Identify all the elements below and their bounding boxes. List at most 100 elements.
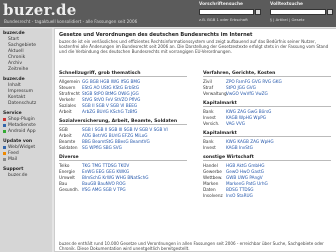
sidebar-link-android-app[interactable]: Android App [8,129,36,134]
row-category: Soziales [59,103,77,108]
row-law-links[interactable]: KWG ZAG GwG BörsG [226,109,271,114]
sidebar-link-aktuell[interactable]: Aktuell [8,49,24,54]
law-row: Umwelt BImSchG KrWG WHG BNatSchG [59,175,187,180]
law-row: Versich. VAG VVG [203,121,331,126]
sidebar-link-sachgebiete[interactable]: Sachgebiete [8,43,36,48]
row-law-links[interactable]: HGB AktG GmbHG [226,163,264,168]
sidebar-link-archiv[interactable]: Archiv [8,61,22,66]
section-title: Sozialversicherung, Arbeit, Beamte, Sold… [59,119,187,125]
row-law-links[interactable]: ArbZG BUrlG KSchG TzBfG [82,109,137,114]
sidebar-link-start[interactable]: Start [8,37,19,42]
law-row: Invest KAGB InvStG [203,145,331,150]
row-category: Beamte [59,139,76,144]
row-law-links[interactable]: GWB UWG PAngV [226,175,263,180]
row-category: Energie [59,169,75,174]
row-category: Soldaten [59,145,78,150]
row-law-links[interactable]: StGB StPO BtMG OWiG JGG [82,91,139,96]
row-law-links[interactable]: GewO HwO GastG [226,169,264,174]
row-law-links[interactable]: IfSG AMG SGB V TPG [82,187,126,192]
row-category: Bank [203,109,214,114]
sidebar: buzer.de Start Sachgebiete Aktuell Chron… [0,28,52,252]
row-category: Telko [59,163,70,168]
section-title: Verfahren, Gerichte, Kosten [203,71,331,77]
vorschriftensuche-button[interactable] [255,9,261,15]
sidebar-link-support[interactable]: buzer.de [8,173,27,178]
law-row: Bank KWG KAGB ZAG WpHG [203,139,331,144]
row-law-links[interactable]: AÜG BetrVG BUrlG EFZG MiLoG [82,133,148,138]
sidebar-link-zeitreihe[interactable]: Zeitreihe [8,67,28,72]
sidebar-link-mail[interactable]: Mail [8,157,17,162]
law-row: Gewerbe GewO HwO GastG [203,169,331,174]
law-row: Invest KAGB WpHG WpPG [203,115,331,120]
law-row: Insolvenz InsO StaRUG [203,193,331,198]
sidebar-link-inhalt[interactable]: Inhalt [8,83,21,88]
sidebar-group-title: Support [3,167,24,172]
law-row: Bank KWG ZAG GwG BörsG [203,109,331,114]
row-law-links[interactable]: EnWG EEG GEG KWKG [82,169,129,174]
sidebar-link-impressum[interactable]: Impressum [8,89,33,94]
site-logo[interactable]: buzer.de [3,1,77,19]
volltextsuche-input[interactable] [270,9,326,15]
row-category: Bau [59,181,68,186]
sidebar-group-title: buzer.de [3,77,25,82]
section-title: Kapitalmarkt [203,131,331,137]
row-law-links[interactable]: KWG KAGB ZAG WpHG [226,139,274,144]
row-law-links[interactable]: TKG TMG TTDSG TKÜV [82,163,129,168]
row-category: Strafrecht [59,91,80,96]
row-category: Steuern [59,85,76,90]
law-row: Energie EnWG EEG GEG KWKG [59,169,187,174]
row-law-links[interactable]: VAG VVG [226,121,245,126]
row-law-links[interactable]: EStG AO UStG KStG ErbStG [82,85,139,90]
row-law-links[interactable]: InsO StaRUG [226,193,253,198]
row-law-links[interactable]: StVG StVO FeV StVZO PflVG [82,97,140,102]
sidebar-link-shop-plugin[interactable]: Shop-Plugin [8,117,35,122]
row-law-links[interactable]: BImSchG KrWG WHG BNatSchG [82,175,149,180]
widget-icon [3,146,6,149]
row-category: Umwelt [59,175,75,180]
row-law-links[interactable]: BBG BeamtStG BBesG BeamtVG [82,139,150,144]
row-category: Insolvenz [203,193,223,198]
law-row: Daten BDSG TTDSG [203,187,331,192]
law-row: Wettbew. GWB UWG PAngV [203,175,331,180]
row-law-links[interactable]: KAGB WpHG WpPG [226,115,266,120]
row-law-links[interactable]: VwGO VwVfG VwZG [226,91,268,96]
row-law-links[interactable]: KAGB InvStG [226,145,253,150]
vorschriftensuche-label: Vorschriftensuche [199,2,243,7]
law-row: Straf StPO JGG GVG [203,85,331,90]
law-row: Telko TKG TMG TTDSG TKÜV [59,163,187,168]
law-row: Bau BauGB BauNVO ROG [59,181,187,186]
row-category: Verwaltung [203,91,227,96]
row-law-links[interactable]: SGB I SGB II SGB III SGB IV SGB V SGB VI [82,127,168,132]
sidebar-link-web-widget[interactable]: Web/Widget [8,145,35,150]
vorschriftensuche-input[interactable] [199,9,254,15]
footer-text: buzer.de enthält rund 10.000 Gesetze und… [59,241,324,251]
row-law-links[interactable]: StPO JGG GVG [226,85,256,90]
row-category: Versich. [203,121,220,126]
sidebar-link-metadienste[interactable]: Metadienste [8,123,36,128]
volltextsuche-button[interactable] [327,9,333,15]
sidebar-link-feed[interactable]: Feed [8,151,19,156]
sidebar-link-kontakt[interactable]: Kontakt [8,95,25,100]
row-law-links[interactable]: BDSG TTDSG [226,187,254,192]
row-category: Daten [203,187,216,192]
row-law-links[interactable]: BauGB BauNVO ROG [82,181,126,186]
row-law-links[interactable]: SGB II SGB V SGB VI BEEG [82,103,137,108]
meta-icon [3,124,6,127]
sidebar-link-chronik[interactable]: Chronik [8,55,25,60]
law-row: Steuern EStG AO UStG KStG ErbStG [59,85,187,90]
row-law-links[interactable]: GG BGB HGB IWG IfSG BMG [82,79,140,84]
row-category: Invest [203,145,216,150]
row-category: SGB [59,127,68,132]
intro-text: buzer.de ist ein verlässliches und effiz… [59,39,329,54]
section-title: Diverse [59,155,187,161]
row-category: Arbeit [59,109,72,114]
law-row: Soldaten SG WPflG SBG SVG [59,145,187,150]
row-law-links[interactable]: SG WPflG SBG SVG [82,145,122,150]
law-row: Verkehr StVG StVO FeV StVZO PflVG [59,97,187,102]
sidebar-link-datenschutz[interactable]: Datenschutz [8,101,36,106]
row-law-links[interactable]: MarkenG PatG UrhG [226,181,268,186]
row-category: Wettbew. [203,175,223,180]
row-category: Marken [203,181,219,186]
row-law-links[interactable]: ZPO FamFG GVG RVG GKG [226,79,282,84]
volltextsuche-hint: § | Artikel | Gesetz [270,17,305,22]
